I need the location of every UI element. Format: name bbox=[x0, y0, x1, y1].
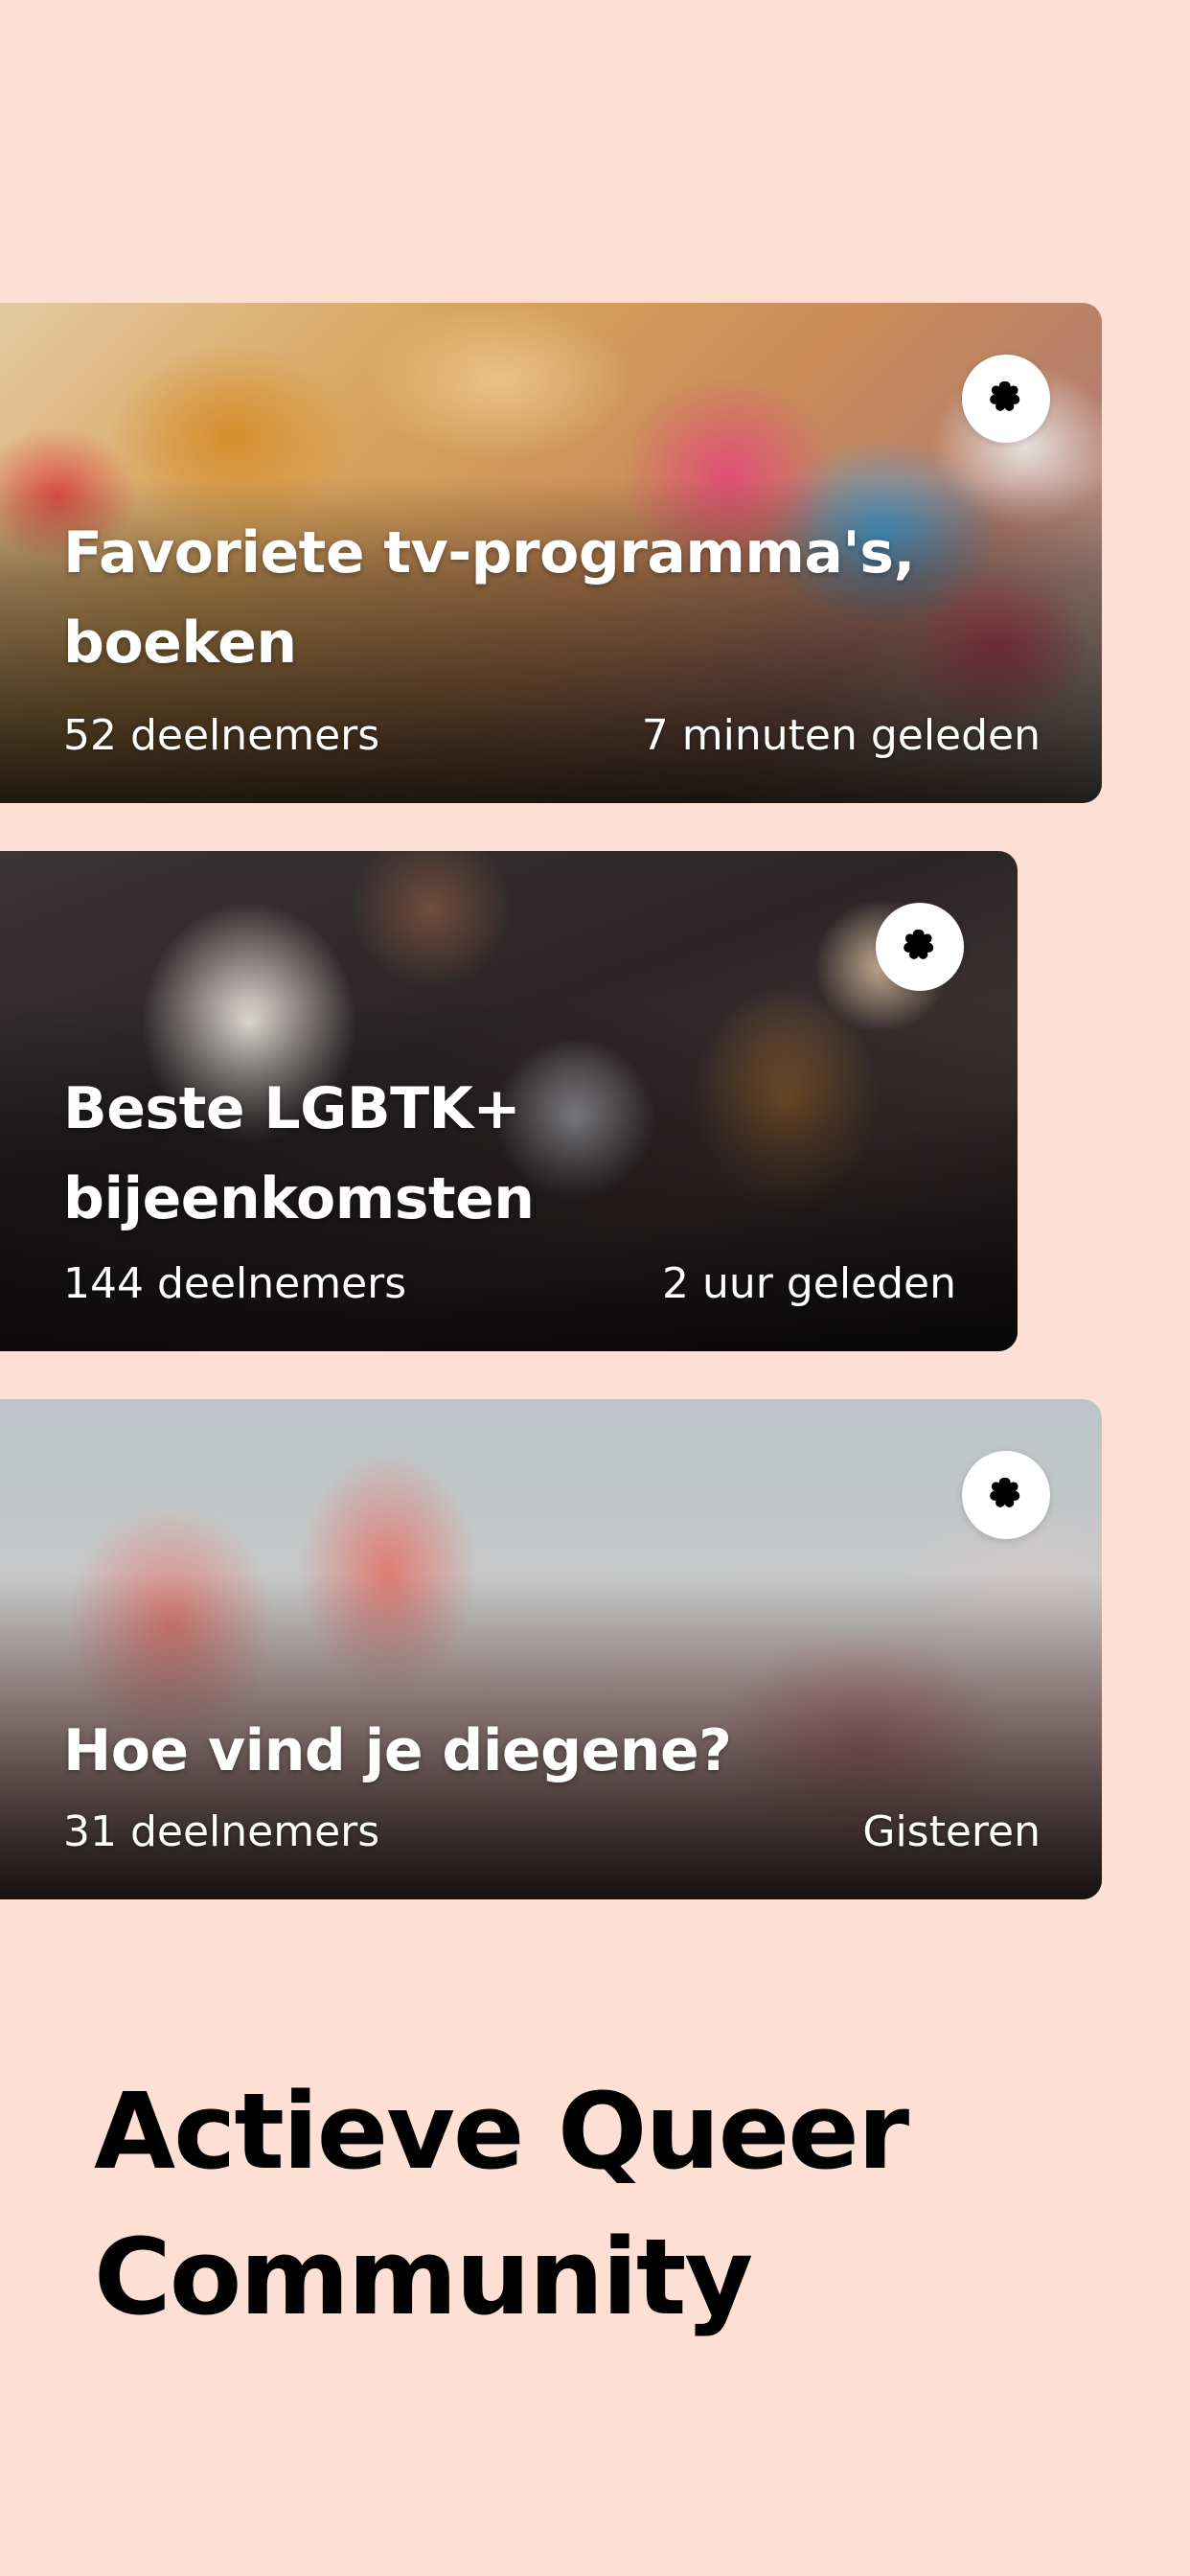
flower-icon bbox=[990, 381, 1020, 411]
community-card-find-someone[interactable]: Hoe vind je diegene? 31 deelnemers Giste… bbox=[0, 1399, 1102, 1899]
headline-line-1: Actieve Queer bbox=[94, 2070, 909, 2193]
last-activity-time: 7 minuten geleden bbox=[641, 711, 1041, 760]
last-activity-time: 2 uur geleden bbox=[661, 1259, 956, 1308]
participant-count: 52 deelnemers bbox=[63, 711, 380, 760]
card-title: Beste LGBTK+ bijeenkomsten bbox=[63, 1075, 535, 1232]
community-card-lgbtk-events[interactable]: Beste LGBTK+ bijeenkomsten 144 deelnemer… bbox=[0, 851, 1018, 1351]
flower-icon bbox=[904, 930, 934, 959]
participant-count: 144 deelnemers bbox=[63, 1259, 407, 1308]
favorite-button[interactable] bbox=[876, 903, 964, 991]
community-card-tv-books[interactable]: Favoriete tv-programma's, boeken 52 deel… bbox=[0, 303, 1102, 803]
headline-line-2: Community bbox=[94, 2216, 753, 2338]
card-title: Hoe vind je diegene? bbox=[63, 1717, 732, 1784]
card-title: Favoriete tv-programma's, boeken bbox=[63, 519, 915, 677]
page-headline: Actieve Queer Community bbox=[94, 2058, 909, 2350]
last-activity-time: Gisteren bbox=[862, 1807, 1041, 1856]
flower-icon bbox=[990, 1478, 1020, 1507]
favorite-button[interactable] bbox=[962, 1451, 1050, 1539]
favorite-button[interactable] bbox=[962, 355, 1050, 443]
participant-count: 31 deelnemers bbox=[63, 1807, 380, 1856]
